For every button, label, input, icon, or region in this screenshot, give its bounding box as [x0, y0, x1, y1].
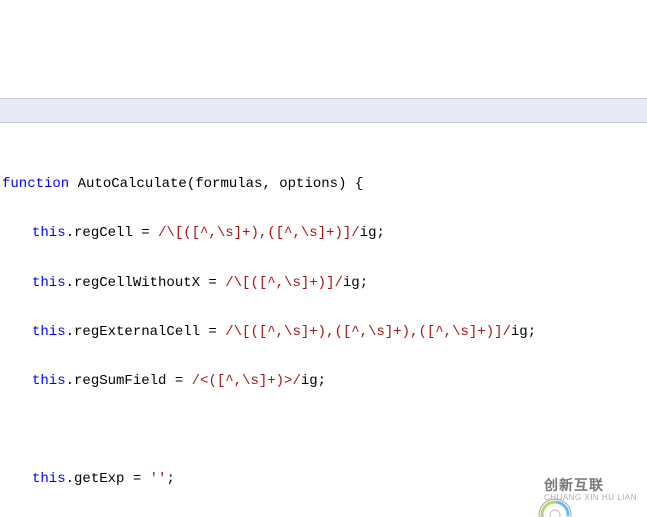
fn-signature: AutoCalculate(formulas, options) {: [69, 176, 363, 192]
code-line: this.regCell = /\[([^,\s]+),([^,\s]+)]/i…: [2, 221, 647, 246]
semicolon: ;: [376, 225, 384, 241]
watermark-logo-icon: [504, 473, 538, 507]
code-block: function AutoCalculate(formulas, options…: [0, 148, 647, 517]
regex-flags: ig: [360, 225, 377, 241]
keyword-this: this: [32, 373, 66, 389]
keyword-this: this: [32, 225, 66, 241]
semicolon: ;: [318, 373, 326, 389]
regex-literal: /\[([^,\s]+),([^,\s]+),([^,\s]+)]/: [225, 324, 511, 340]
code-line: this.regSumField = /<([^,\s]+)>/ig;: [2, 369, 647, 394]
assign: .regExternalCell =: [66, 324, 226, 340]
regex-literal: /\[([^,\s]+)]/: [225, 275, 343, 291]
keyword-this: this: [32, 471, 66, 487]
regex-flags: ig: [511, 324, 528, 340]
regex-flags: ig: [301, 373, 318, 389]
current-line-highlight: [0, 98, 647, 123]
keyword-this: this: [32, 275, 66, 291]
assign: .regCell =: [66, 225, 158, 241]
regex-literal: /<([^,\s]+)>/: [192, 373, 301, 389]
assign: .regSumField =: [66, 373, 192, 389]
keyword-function: function: [2, 176, 69, 192]
watermark: 创新互联 CHUANG XIN HU LIAN: [504, 473, 637, 507]
code-line-blank: [2, 418, 647, 443]
semicolon: ;: [166, 471, 174, 487]
regex-flags: ig: [343, 275, 360, 291]
string-literal: '': [150, 471, 167, 487]
watermark-text-cn: 创新互联: [544, 478, 637, 492]
assign: .getExp =: [66, 471, 150, 487]
assign: .regCellWithoutX =: [66, 275, 226, 291]
keyword-this: this: [32, 324, 66, 340]
regex-literal: /\[([^,\s]+),([^,\s]+)]/: [158, 225, 360, 241]
semicolon: ;: [528, 324, 536, 340]
code-line: this.regExternalCell = /\[([^,\s]+),([^,…: [2, 320, 647, 345]
semicolon: ;: [360, 275, 368, 291]
code-line: this.regCellWithoutX = /\[([^,\s]+)]/ig;: [2, 271, 647, 296]
code-line: function AutoCalculate(formulas, options…: [2, 172, 647, 197]
